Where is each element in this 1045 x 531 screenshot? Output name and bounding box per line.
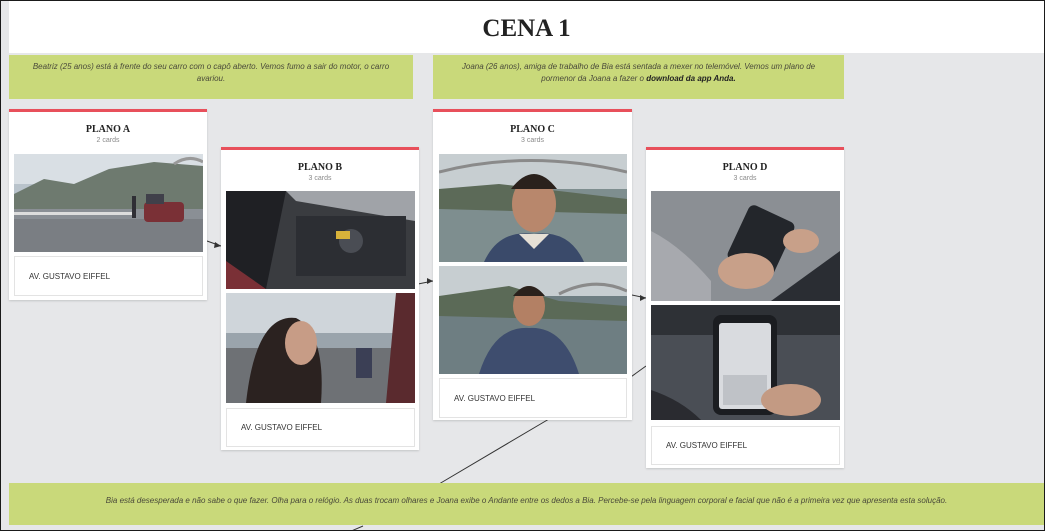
note-top-left[interactable]: Beatriz (25 anos) está à frente do seu c… bbox=[9, 55, 413, 99]
note-top-right[interactable]: Joana (26 anos), amiga de trabalho de Bi… bbox=[433, 55, 844, 99]
note-top-left-text: Beatriz (25 anos) está à frente do seu c… bbox=[32, 62, 390, 83]
card-count: 3 cards bbox=[733, 175, 757, 182]
location-label: AV. GUSTAVO EIFFEL bbox=[226, 408, 415, 447]
man-looking-down-photo[interactable] bbox=[439, 266, 627, 374]
scene-title: CENA 1 bbox=[482, 15, 571, 42]
phone-screen-photo[interactable] bbox=[651, 305, 840, 420]
engine-smoke-photo[interactable] bbox=[226, 191, 415, 289]
card-plano-d[interactable]: PLANO D 3 cards AV. GUSTAVO EIFFEL bbox=[646, 147, 844, 468]
storyboard-canvas: CENA 1 Beatriz (25 anos) está à frente d… bbox=[0, 0, 1045, 531]
card-title: PLANO A bbox=[85, 124, 131, 135]
card-plano-a[interactable]: PLANO A 2 cards AV. GUSTAVO EIFFEL bbox=[9, 109, 207, 300]
note-top-right-text: Joana (26 anos), amiga de trabalho de Bi… bbox=[461, 62, 816, 83]
card-title: PLANO D bbox=[722, 162, 768, 173]
woman-watching-photo[interactable] bbox=[226, 293, 415, 403]
note-bottom[interactable]: Bia está desesperada e não sabe o que fa… bbox=[9, 483, 1044, 525]
man-river-closeup-photo[interactable] bbox=[439, 154, 627, 262]
street-car-hood-photo[interactable] bbox=[14, 154, 203, 252]
card-count: 3 cards bbox=[308, 175, 332, 182]
card-count: 2 cards bbox=[96, 137, 120, 144]
card-count: 3 cards bbox=[521, 137, 544, 144]
location-label: AV. GUSTAVO EIFFEL bbox=[14, 256, 203, 296]
location-label: AV. GUSTAVO EIFFEL bbox=[651, 426, 840, 465]
note-bottom-text: Bia está desesperada e não sabe o que fa… bbox=[105, 496, 948, 505]
card-title: PLANO C bbox=[510, 124, 555, 135]
location-label: AV. GUSTAVO EIFFEL bbox=[439, 378, 627, 418]
scene-header: CENA 1 bbox=[9, 1, 1044, 53]
card-title: PLANO B bbox=[297, 162, 343, 173]
hands-phone-photo[interactable] bbox=[651, 191, 840, 301]
card-plano-b[interactable]: PLANO B 3 cards AV. GUSTAVO EIFFEL bbox=[221, 147, 419, 450]
card-plano-c[interactable]: PLANO C 3 cards AV. GUSTAVO EIFFEL bbox=[433, 109, 632, 420]
note-top-right-bold: download da app Anda. bbox=[646, 74, 736, 83]
